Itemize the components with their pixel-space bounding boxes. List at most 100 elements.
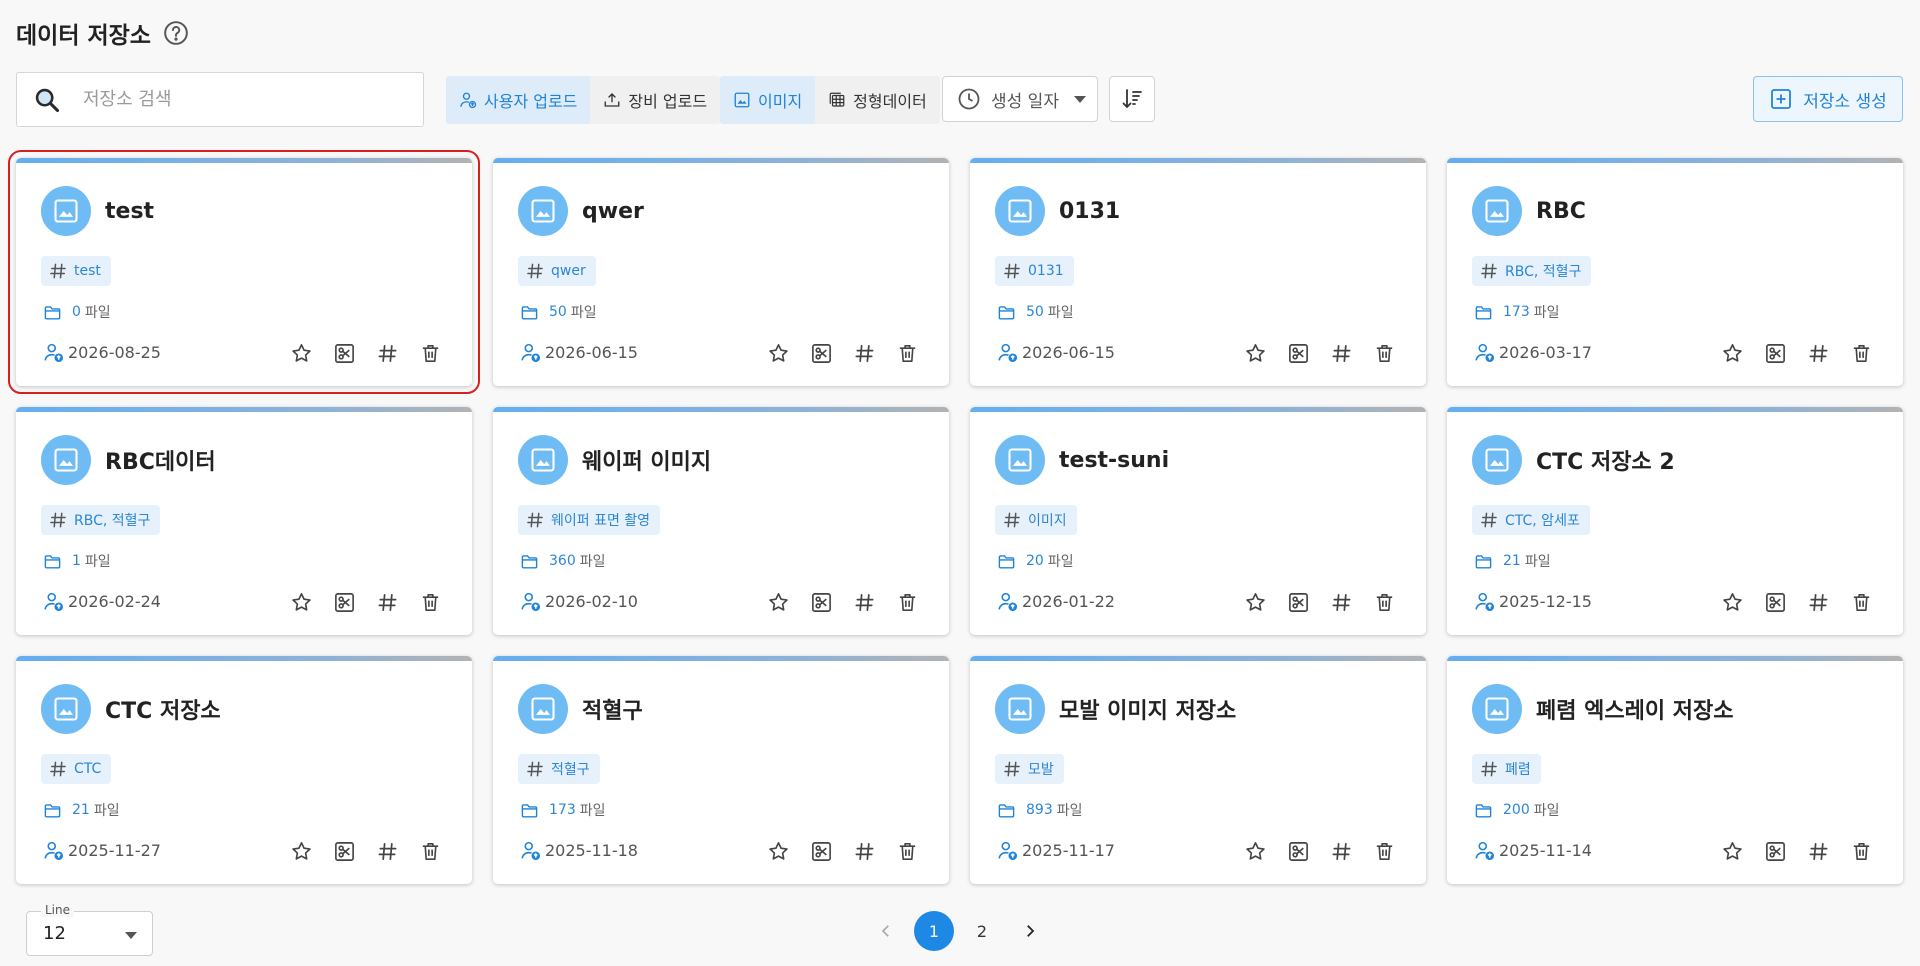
structured-filter-button[interactable]: 정형데이터 [815,76,940,124]
card-tag[interactable]: 이미지 [995,505,1077,535]
structured-filter-label: 정형데이터 [853,92,927,111]
crop-button[interactable] [810,591,833,614]
favorite-button[interactable] [1244,342,1267,365]
tag-edit-button[interactable] [1330,342,1353,365]
page-button-2[interactable]: 2 [962,911,1002,951]
file-count-unit: 파일 [579,803,606,819]
tag-edit-button[interactable] [1807,591,1830,614]
favorite-button[interactable] [1721,342,1744,365]
next-page-button[interactable] [1010,911,1050,951]
crop-button[interactable] [1764,840,1787,863]
favorite-button[interactable] [767,840,790,863]
delete-button[interactable] [1373,591,1396,614]
favorite-button[interactable] [1244,840,1267,863]
search-input[interactable] [83,89,403,110]
caret-down-icon [125,932,137,939]
card-date: 2025-11-27 [68,841,161,860]
delete-button[interactable] [1850,591,1873,614]
delete-button[interactable] [896,591,919,614]
storage-card[interactable]: CTC 저장소 2 CTC, 암세포 21 파일 2025-12-15 [1447,407,1903,635]
delete-button[interactable] [896,840,919,863]
card-date: 2025-11-14 [1499,841,1592,860]
tag-edit-button[interactable] [376,840,399,863]
tag-edit-button[interactable] [1330,591,1353,614]
card-tag[interactable]: 폐렴 [1472,754,1541,784]
favorite-button[interactable] [290,591,313,614]
page-button-1[interactable]: 1 [914,911,954,951]
favorite-button[interactable] [290,342,313,365]
tag-edit-button[interactable] [1807,342,1830,365]
tag-edit-button[interactable] [1807,840,1830,863]
card-tag[interactable]: RBC, 적혈구 [1472,256,1592,286]
crop-button[interactable] [810,342,833,365]
scissors-box-icon [1766,593,1785,612]
tag-edit-button[interactable] [853,591,876,614]
storage-card[interactable]: test test 0 파일 2026-08-25 [8,150,480,394]
storage-avatar [41,435,91,485]
delete-button[interactable] [1373,840,1396,863]
card-tag[interactable]: CTC [41,754,112,784]
create-storage-button[interactable]: 저장소 생성 [1753,76,1903,122]
card-tag[interactable]: 웨이퍼 표면 촬영 [518,505,661,535]
crop-button[interactable] [333,342,356,365]
card-tag[interactable]: 모발 [995,754,1064,784]
hash-icon [527,263,543,279]
card-tag[interactable]: RBC, 적혈구 [41,505,161,535]
device-upload-filter-button[interactable]: 장비 업로드 [590,76,720,124]
card-date: 2026-06-15 [1022,343,1115,362]
tag-edit-button[interactable] [376,591,399,614]
card-tag[interactable]: CTC, 암세포 [1472,505,1590,535]
trash-icon [899,345,916,362]
image-filter-button[interactable]: 이미지 [720,76,816,124]
storage-card[interactable]: 웨이퍼 이미지 웨이퍼 표면 촬영 360 파일 2026-02-10 [493,407,949,635]
prev-page-button[interactable] [866,911,906,951]
storage-card[interactable]: qwer qwer 50 파일 2026-06-15 [493,158,949,386]
card-tag[interactable]: 적혈구 [518,754,600,784]
card-tag-text: 적혈구 [551,762,590,778]
user-upload-filter-button[interactable]: 사용자 업로드 [446,76,591,124]
delete-button[interactable] [1373,342,1396,365]
storage-card[interactable]: RBC RBC, 적혈구 173 파일 2026-03-17 [1447,158,1903,386]
storage-card[interactable]: 0131 0131 50 파일 2026-06-15 [970,158,1426,386]
trash-icon [1853,594,1870,611]
crop-button[interactable] [1764,591,1787,614]
file-count-value: 173 [549,802,576,818]
delete-button[interactable] [419,342,442,365]
favorite-button[interactable] [767,591,790,614]
favorite-button[interactable] [1721,591,1744,614]
tag-edit-button[interactable] [376,342,399,365]
crop-button[interactable] [1764,342,1787,365]
sort-order-button[interactable] [1109,76,1155,122]
delete-button[interactable] [1850,342,1873,365]
storage-card[interactable]: 적혈구 적혈구 173 파일 2025-11-18 [493,656,949,884]
card-tag[interactable]: 0131 [995,256,1074,286]
storage-card[interactable]: CTC 저장소 CTC 21 파일 2025-11-27 [16,656,472,884]
crop-button[interactable] [1287,840,1310,863]
folder-icon [1475,554,1492,569]
favorite-button[interactable] [290,840,313,863]
tag-edit-button[interactable] [853,342,876,365]
crop-button[interactable] [810,840,833,863]
favorite-button[interactable] [767,342,790,365]
storage-card[interactable]: 모발 이미지 저장소 모발 893 파일 2025-11-17 [970,656,1426,884]
delete-button[interactable] [419,840,442,863]
delete-button[interactable] [1850,840,1873,863]
favorite-button[interactable] [1721,840,1744,863]
crop-button[interactable] [1287,342,1310,365]
crop-button[interactable] [333,591,356,614]
rows-per-page-select[interactable]: Line 12 [26,903,153,956]
delete-button[interactable] [896,342,919,365]
crop-button[interactable] [1287,591,1310,614]
storage-card[interactable]: RBC데이터 RBC, 적혈구 1 파일 2026-02-24 [16,407,472,635]
storage-card[interactable]: test-suni 이미지 20 파일 2026-01-22 [970,407,1426,635]
storage-card[interactable]: 폐렴 엑스레이 저장소 폐렴 200 파일 2025-11-14 [1447,656,1903,884]
card-tag[interactable]: test [41,256,111,286]
card-tag[interactable]: qwer [518,256,596,286]
crop-button[interactable] [333,840,356,863]
help-circle-icon[interactable] [163,20,189,46]
tag-edit-button[interactable] [853,840,876,863]
favorite-button[interactable] [1244,591,1267,614]
sort-field-dropdown[interactable]: 생성 일자 [942,76,1098,122]
tag-edit-button[interactable] [1330,840,1353,863]
delete-button[interactable] [419,591,442,614]
